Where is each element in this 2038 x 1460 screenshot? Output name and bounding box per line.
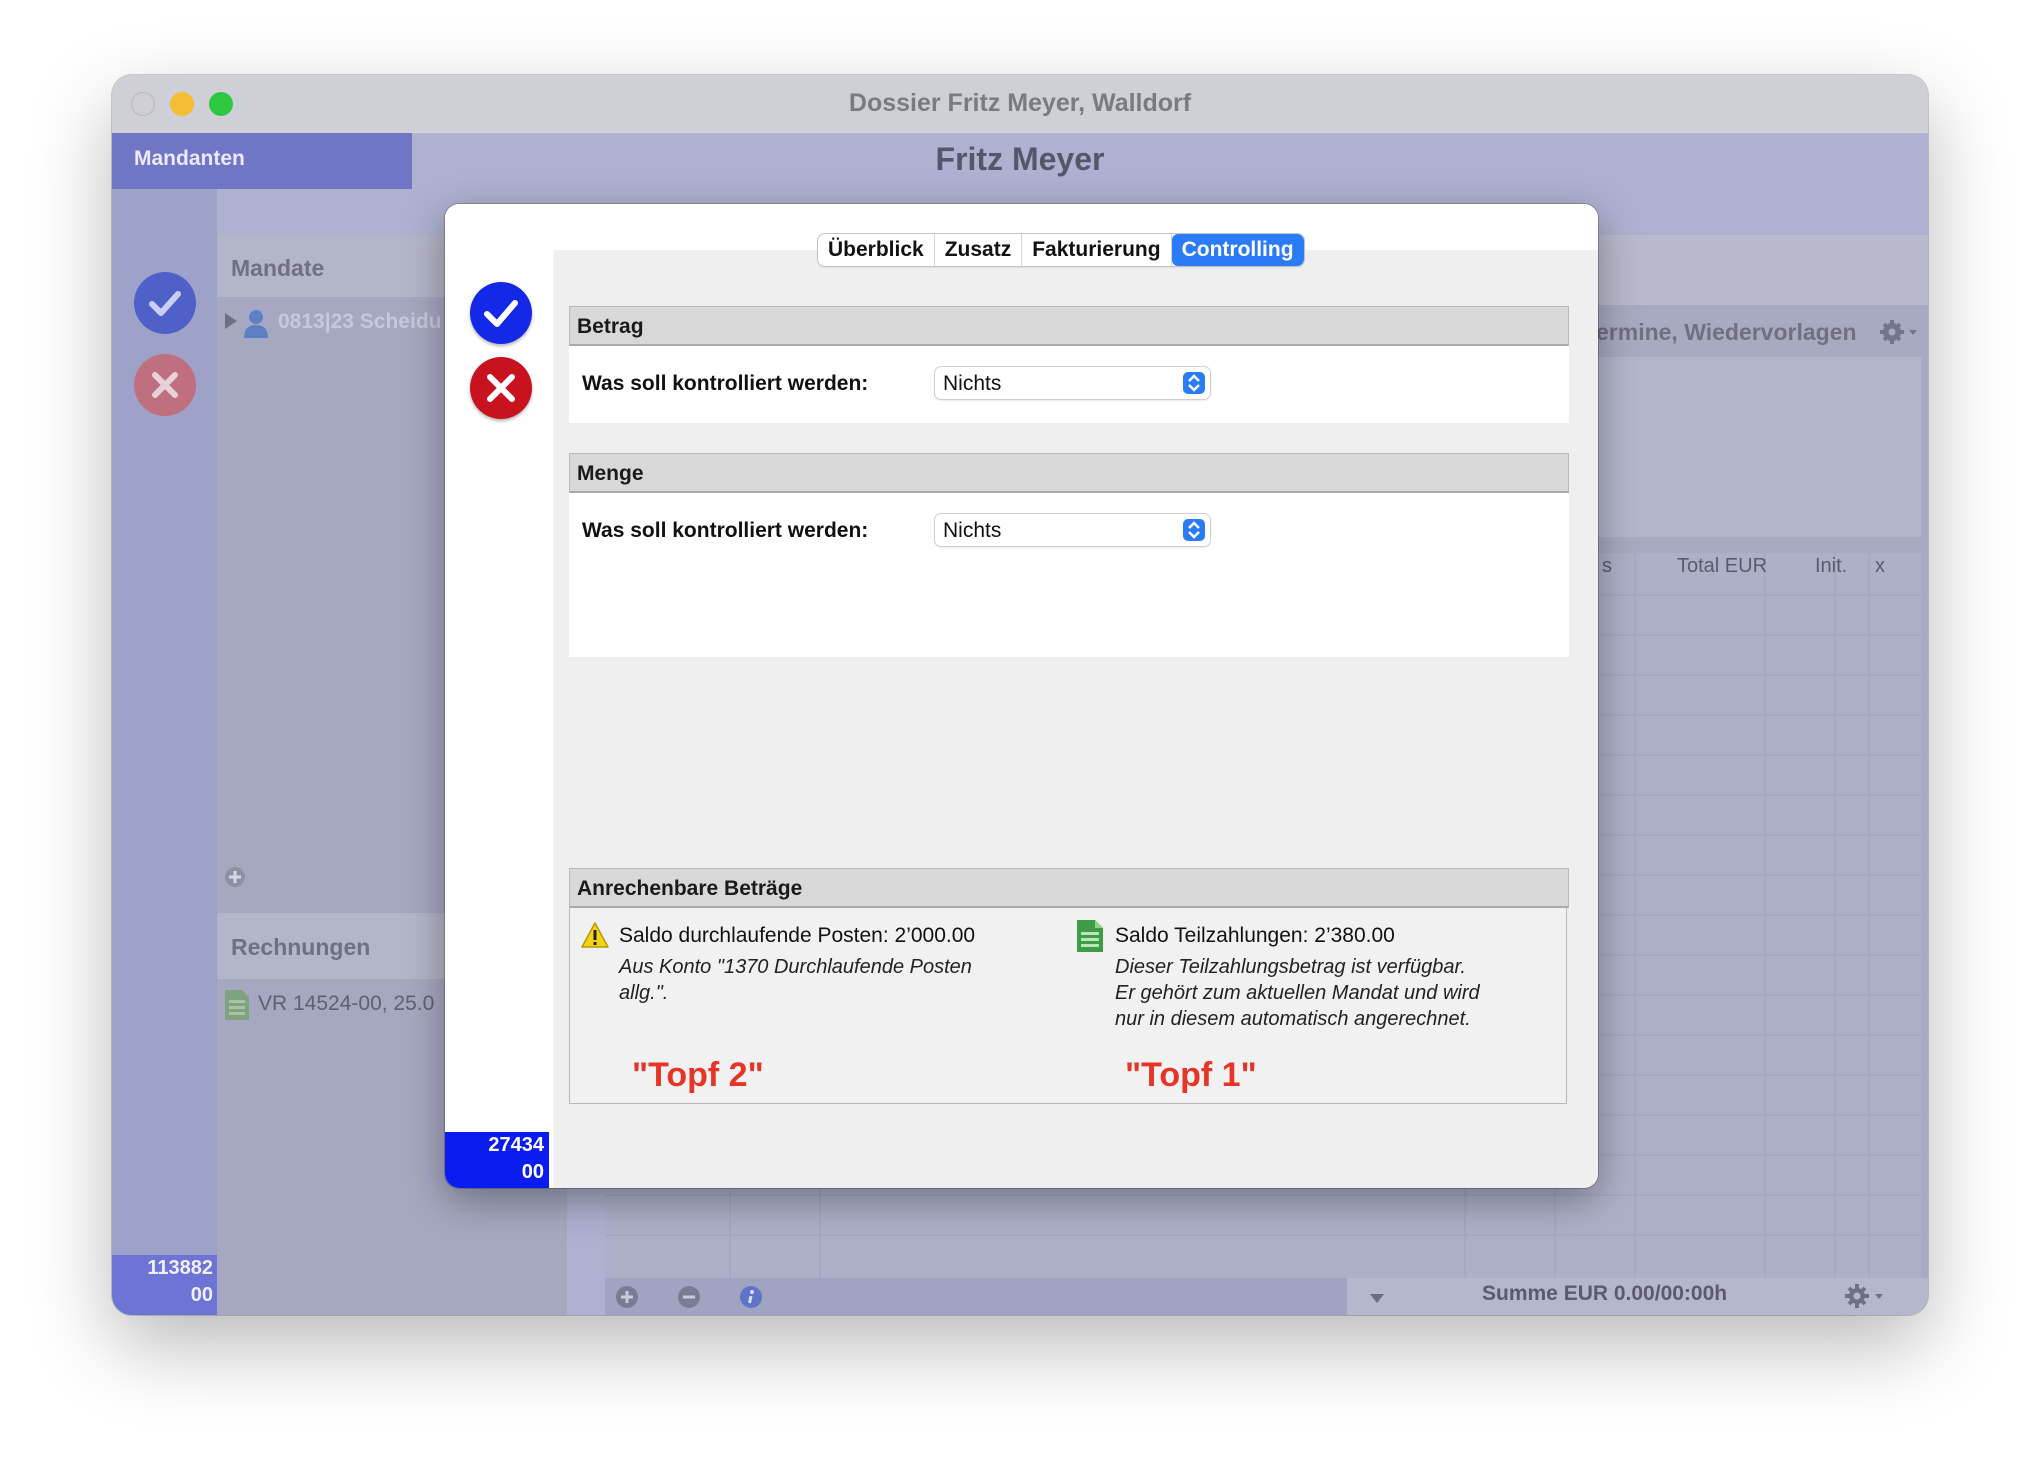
table-header-total-eur[interactable]: Total EUR <box>1677 555 1767 578</box>
teilzahlungen-desc-1: Dieser Teilzahlungsbetrag ist verfügbar. <box>1115 956 1466 978</box>
confirm-button[interactable] <box>470 282 532 344</box>
right-top-strip <box>1596 235 1928 305</box>
dialog-id-line1: 27434 <box>488 1134 544 1156</box>
durchlaufende-posten-desc-1: Aus Konto "1370 Durchlaufende Posten <box>619 956 972 978</box>
termine-header: ermine, Wiedervorlagen <box>1596 319 1857 345</box>
cancel-button[interactable] <box>470 357 532 419</box>
saldo-teilzahlungen: Saldo Teilzahlungen: 2’380.00 <box>1115 924 1395 947</box>
mandant-id-line2: 00 <box>190 1284 213 1306</box>
dialog-id-line2: 00 <box>521 1161 544 1183</box>
warning-icon <box>581 922 609 948</box>
select-stepper-icon <box>1183 372 1205 394</box>
betrag-header-label: Betrag <box>577 315 644 338</box>
menge-header-label: Menge <box>577 462 644 485</box>
betrag-select-value: Nichts <box>943 372 1002 395</box>
mandate-header-label: Mandate <box>231 255 325 281</box>
tab-controlling[interactable]: Controlling <box>1171 234 1304 266</box>
mandant-id-line1: 113882 <box>147 1257 213 1279</box>
disclosure-triangle-icon[interactable] <box>225 313 237 329</box>
close-icon <box>152 372 178 398</box>
mandat-dialog: Überblick Zusatz Fakturierung Controllin… <box>445 204 1598 1188</box>
checkmark-icon <box>149 291 181 316</box>
cancel-button-bg[interactable] <box>134 354 196 416</box>
checkmark-icon <box>484 300 518 327</box>
anrechenbare-header-label: Anrechenbare Beträge <box>577 877 803 900</box>
menge-header: Menge <box>569 453 1569 493</box>
add-row-button[interactable] <box>615 1285 639 1309</box>
summe-label: Summe EUR 0.00/00:00h <box>1482 1282 1728 1305</box>
mandant-id-badge: 113882 00 <box>112 1255 217 1315</box>
betrag-header: Betrag <box>569 306 1569 346</box>
add-mandate-button[interactable] <box>224 866 246 888</box>
teilzahlungen-desc-3: nur in diesem automatisch angerechnet. <box>1115 1008 1471 1030</box>
table-header-col-s[interactable]: s <box>1602 555 1612 578</box>
invoice-document-icon <box>225 990 249 1020</box>
remove-row-button[interactable] <box>677 1285 701 1309</box>
client-name-title: Fritz Meyer <box>935 141 1105 177</box>
confirm-button-bg[interactable] <box>134 272 196 334</box>
gear-icon[interactable] <box>1880 319 1920 345</box>
saldo-durchlaufende-posten: Saldo durchlaufende Posten: 2’000.00 <box>619 924 976 947</box>
betrag-control-select[interactable]: Nichts <box>935 367 1210 399</box>
topf-2-annotation: "Topf 2" <box>632 1056 764 1094</box>
document-icon <box>1077 920 1103 952</box>
betrag-field-label: Was soll kontrolliert werden: <box>582 372 869 395</box>
anrechenbare-header: Anrechenbare Beträge <box>569 868 1569 908</box>
info-icon[interactable] <box>739 1285 763 1309</box>
tab-zusatz[interactable]: Zusatz <box>935 234 1023 266</box>
dialog-id-badge: 27434 00 <box>445 1132 549 1188</box>
termine-list <box>1596 357 1921 537</box>
tab-bar: Überblick Zusatz Fakturierung Controllin… <box>818 234 1304 266</box>
rechnungen-header-label: Rechnungen <box>231 934 371 960</box>
tab-fakturierung[interactable]: Fakturierung <box>1022 234 1172 266</box>
chevron-down-icon[interactable] <box>1370 1291 1384 1303</box>
table-header-init[interactable]: Init. <box>1815 555 1847 578</box>
menge-control-select[interactable]: Nichts <box>935 514 1210 546</box>
window-title: Dossier Fritz Meyer, Walldorf <box>848 89 1192 117</box>
durchlaufende-posten-desc-2: allg.". <box>619 982 669 1004</box>
dialog-action-strip <box>445 204 553 1188</box>
menge-field-label: Was soll kontrolliert werden: <box>582 519 869 542</box>
person-icon <box>243 308 269 338</box>
topf-1-annotation: "Topf 1" <box>1125 1056 1257 1094</box>
tab-ueberblick[interactable]: Überblick <box>818 234 935 266</box>
select-stepper-icon <box>1183 519 1205 541</box>
close-icon <box>487 374 515 402</box>
teilzahlungen-desc-2: Er gehört zum aktuellen Mandat und wird <box>1115 982 1480 1004</box>
table-header-x[interactable]: x <box>1875 555 1885 578</box>
menge-select-value: Nichts <box>943 519 1002 542</box>
table-gear-icon[interactable] <box>1844 1283 1886 1309</box>
